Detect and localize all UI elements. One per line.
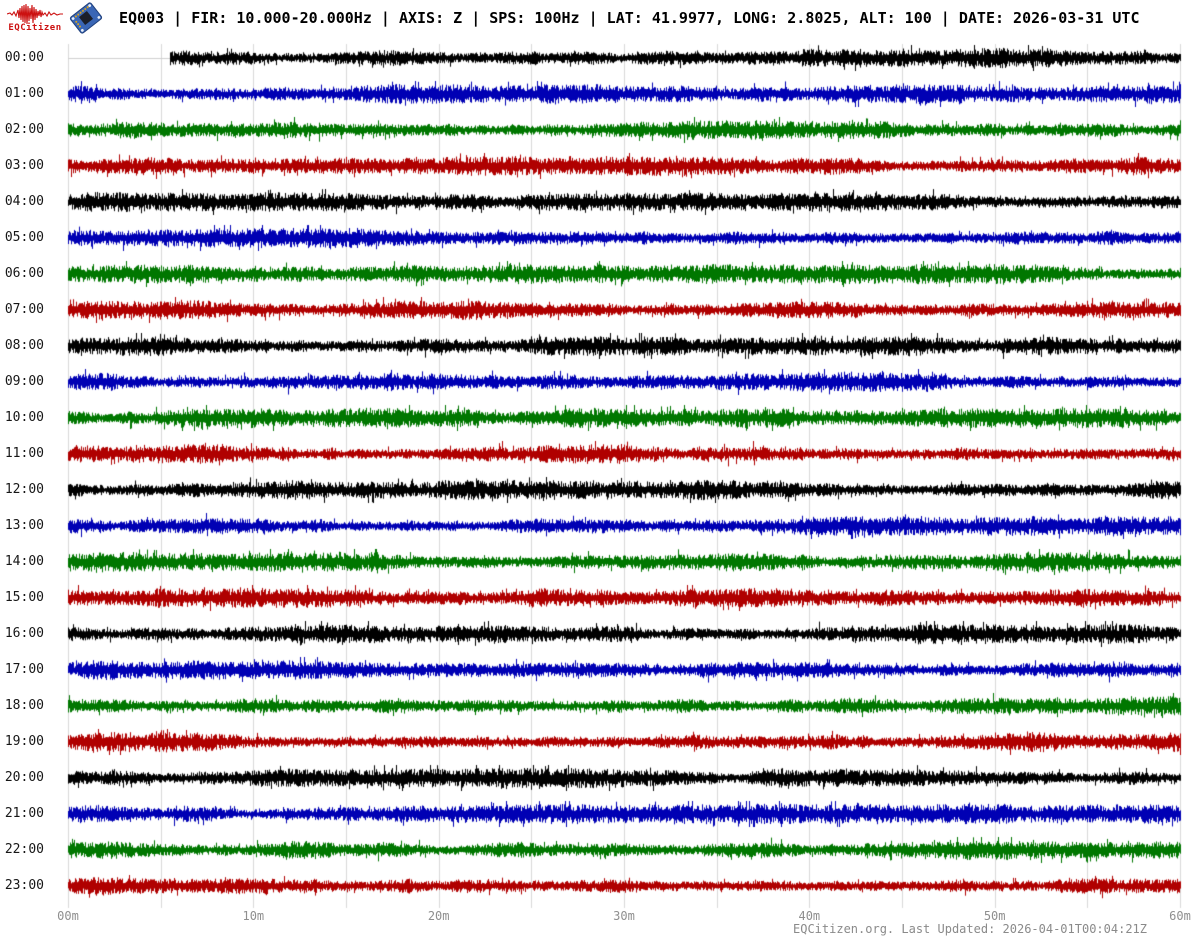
time-label-0600: 06:00	[4, 266, 44, 281]
time-label-1300: 13:00	[4, 518, 44, 533]
time-label-0500: 05:00	[4, 230, 44, 245]
time-label-1100: 11:00	[4, 446, 44, 461]
station-info-title: EQ003 | FIR: 10.000-20.000Hz | AXIS: Z |…	[119, 9, 1140, 27]
minute-label-30m: 30m	[613, 909, 635, 923]
last-updated-status: EQCitizen.org. Last Updated: 2026-04-01T…	[793, 922, 1148, 936]
seismic-waveform-logo-icon	[7, 3, 63, 25]
time-label-1400: 14:00	[4, 554, 44, 569]
time-label-2200: 22:00	[4, 842, 44, 857]
time-label-1600: 16:00	[4, 626, 44, 641]
time-label-2300: 23:00	[4, 878, 44, 893]
helicorder-canvas	[0, 0, 1200, 940]
minute-label-50m: 50m	[983, 909, 1006, 923]
minute-label-00m: 00m	[57, 909, 79, 923]
time-label-2000: 20:00	[4, 770, 44, 785]
time-label-1000: 10:00	[4, 410, 44, 425]
time-label-0900: 09:00	[4, 374, 44, 389]
time-label-0400: 04:00	[4, 194, 44, 209]
logo-wordmark: EQCitizen	[8, 23, 62, 33]
time-label-1500: 15:00	[4, 590, 44, 605]
eqcitizen-logo[interactable]: EQCitizen	[6, 3, 64, 35]
time-label-0100: 01:00	[4, 86, 44, 101]
time-label-2100: 21:00	[4, 806, 44, 821]
time-label-1900: 19:00	[4, 734, 44, 749]
time-label-0000: 00:00	[4, 50, 44, 65]
time-label-0800: 08:00	[4, 338, 44, 353]
minute-label-20m: 20m	[427, 909, 450, 923]
time-label-1700: 17:00	[4, 662, 44, 677]
time-label-0700: 07:00	[4, 302, 44, 317]
time-label-1200: 12:00	[4, 482, 44, 497]
minute-label-60m: 60m	[1169, 909, 1191, 923]
time-label-0300: 03:00	[4, 158, 44, 173]
minute-label-10m: 10m	[242, 909, 265, 923]
sensor-board-icon	[66, 2, 106, 34]
time-label-1800: 18:00	[4, 698, 44, 713]
time-label-0200: 02:00	[4, 122, 44, 137]
minute-label-40m: 40m	[798, 909, 821, 923]
